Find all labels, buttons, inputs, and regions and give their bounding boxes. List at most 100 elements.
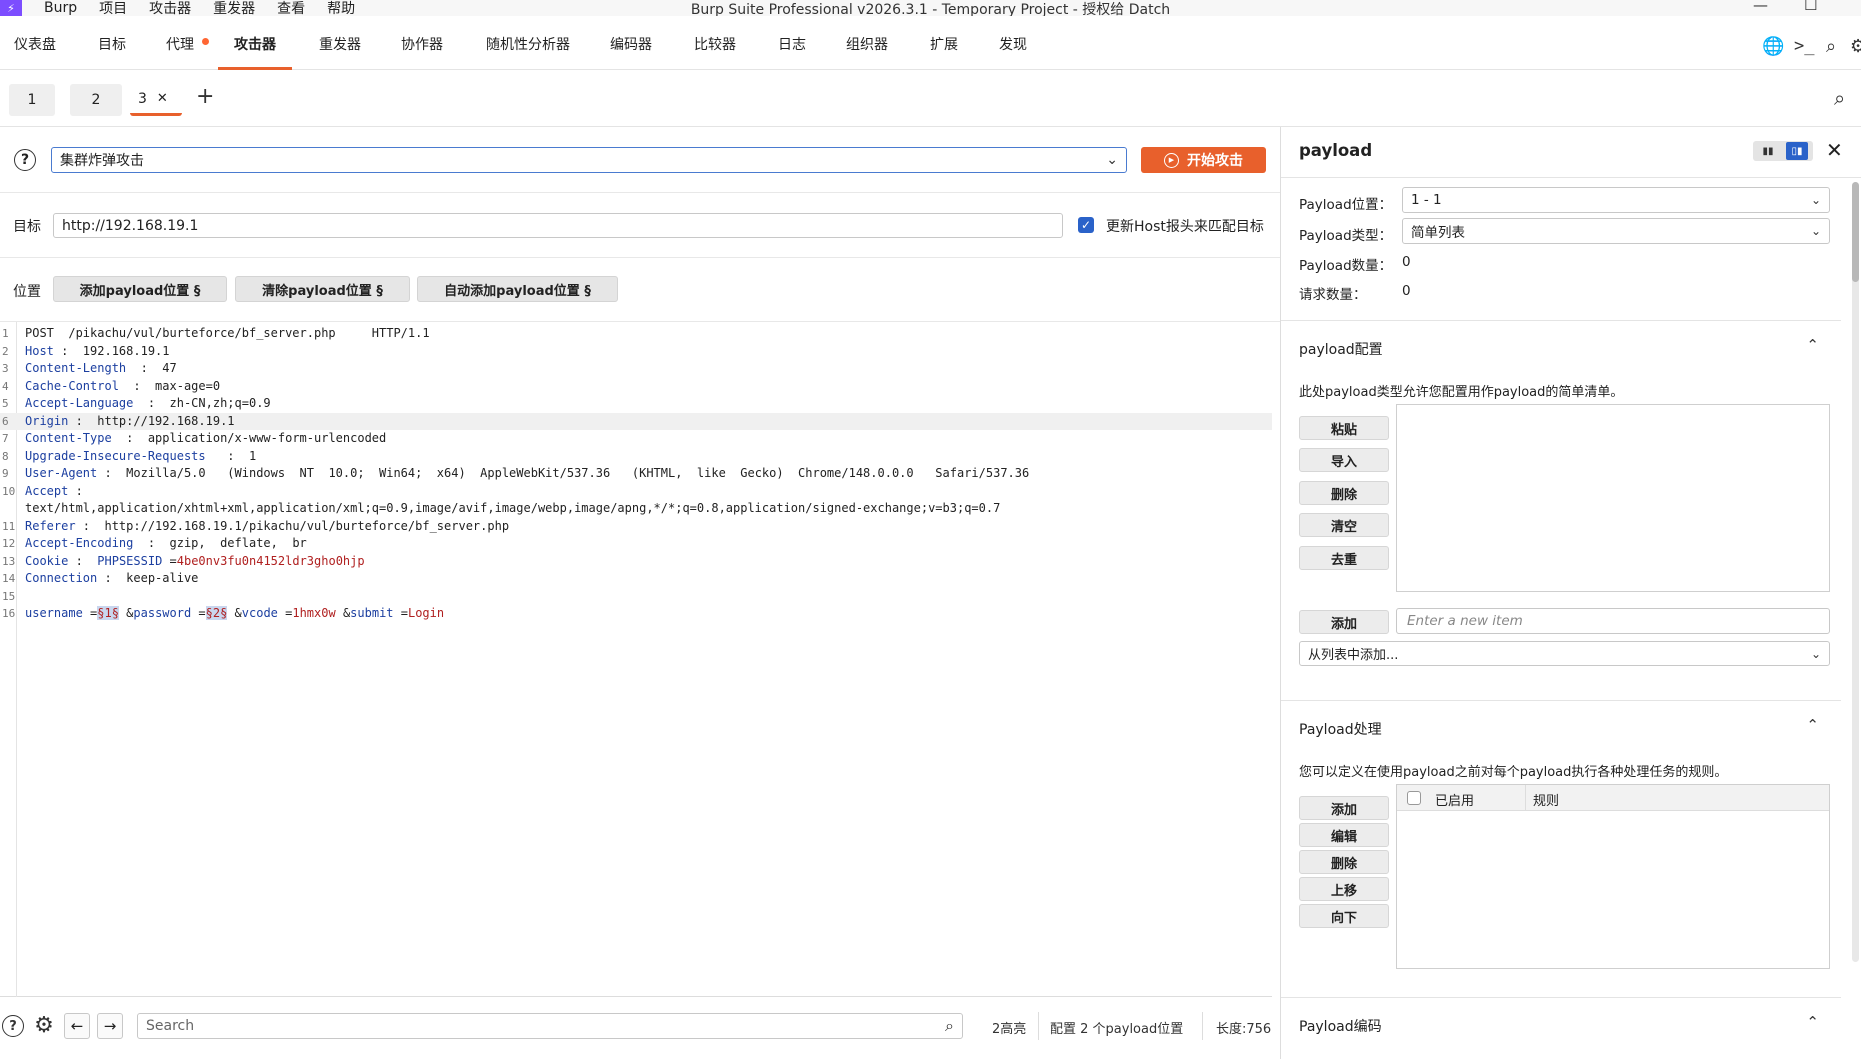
split-view-icon[interactable]: ▯▮: [1786, 142, 1808, 160]
request-line[interactable]: text/html,application/xhtml+xml,applicat…: [0, 500, 1272, 518]
request-line[interactable]: 14 Connection : keep-alive: [0, 570, 1272, 588]
line-number: 12: [2, 537, 16, 550]
start-attack-button[interactable]: ▶ 开始攻击: [1141, 147, 1266, 173]
request-editor[interactable]: 1 POST /pikachu/vul/burteforce/bf_server.…: [0, 322, 1272, 997]
sub-tab-1[interactable]: 1: [9, 84, 55, 116]
scrollbar-thumb[interactable]: [1852, 182, 1859, 282]
header-value: : 192.168.19.1: [53, 343, 170, 358]
processing-rules-table[interactable]: 已启用 规则: [1396, 784, 1830, 969]
search-input[interactable]: Search ⌕: [137, 1013, 963, 1039]
request-line[interactable]: 4 Cache-Control : max-age=0: [0, 378, 1272, 396]
target-url-input[interactable]: http://192.168.19.1: [53, 213, 1063, 238]
request-line[interactable]: 13 Cookie : PHPSESSID =4be0nv3fu0n4152ldr…: [0, 553, 1272, 571]
clear-button[interactable]: 清空: [1299, 513, 1389, 537]
request-line[interactable]: 7 Content-Type : application/x-www-form-u…: [0, 430, 1272, 448]
search-icon: ⌕: [945, 1016, 954, 1035]
gear-icon[interactable]: ⚙: [31, 1012, 57, 1038]
tab-extensions[interactable]: 扩展: [930, 34, 958, 70]
add-item-button[interactable]: 添加: [1299, 610, 1389, 634]
request-line[interactable]: 8 Upgrade-Insecure-Requests : 1: [0, 448, 1272, 466]
request-line[interactable]: 12 Accept-Encoding : gzip, deflate, br: [0, 535, 1272, 553]
close-icon[interactable]: ✕: [157, 91, 168, 106]
list-view-icon[interactable]: ▮▮: [1757, 142, 1779, 160]
header-value: POST /pikachu/vul/burteforce/bf_server.p…: [25, 326, 430, 340]
chevron-up-icon[interactable]: ⌃: [1806, 336, 1819, 354]
request-line[interactable]: 2 Host : 192.168.19.1: [0, 343, 1272, 361]
close-icon[interactable]: ✕: [1826, 138, 1843, 162]
attack-type-select[interactable]: 集群炸弹攻击 ⌄: [51, 147, 1127, 173]
tab-repeater[interactable]: 重发器: [319, 34, 361, 70]
new-item-input[interactable]: Enter a new item: [1396, 608, 1830, 634]
payload-list[interactable]: [1396, 404, 1830, 592]
request-line[interactable]: 3 Content-Length : 47: [0, 360, 1272, 378]
header-key: Upgrade-Insecure-Requests: [25, 448, 206, 463]
line-content: Cookie : PHPSESSID =4be0nv3fu0n4152ldr3g…: [25, 553, 365, 571]
terminal-icon[interactable]: >_: [1794, 36, 1814, 56]
add-payload-position-button[interactable]: 添加payload位置 §: [53, 276, 227, 302]
chevron-up-icon[interactable]: ⌃: [1806, 716, 1819, 734]
paste-button[interactable]: 粘贴: [1299, 416, 1389, 440]
import-button[interactable]: 导入: [1299, 448, 1389, 472]
maximize-icon[interactable]: ☐: [1804, 0, 1817, 14]
chevron-up-icon[interactable]: ⌃: [1806, 1013, 1819, 1031]
line-content: Accept :: [25, 483, 83, 501]
search-icon[interactable]: ⌕: [1834, 86, 1845, 110]
tab-organizer[interactable]: 组织器: [846, 34, 888, 70]
tab-logger[interactable]: 日志: [778, 34, 806, 70]
tab-dashboard[interactable]: 仪表盘: [14, 34, 56, 70]
help-icon[interactable]: ?: [14, 149, 36, 171]
tab-comparer[interactable]: 比较器: [694, 34, 736, 70]
add-rule-button[interactable]: 添加: [1299, 796, 1389, 820]
sub-tab-2[interactable]: 2: [70, 84, 122, 116]
request-line[interactable]: 5 Accept-Language : zh-CN,zh;q=0.9: [0, 395, 1272, 413]
payload-type-select[interactable]: 简单列表 ⌄: [1402, 218, 1830, 244]
add-from-list-select[interactable]: 从列表中添加... ⌄: [1299, 641, 1830, 666]
auto-payload-position-button[interactable]: 自动添加payload位置 §: [417, 276, 618, 302]
tab-sequencer[interactable]: 随机性分析器: [486, 34, 570, 70]
edit-rule-button[interactable]: 编辑: [1299, 823, 1389, 847]
payload-position-select[interactable]: 1 - 1 ⌄: [1402, 187, 1830, 213]
move-down-label: 向下: [1330, 910, 1357, 926]
request-line[interactable]: 1 POST /pikachu/vul/burteforce/bf_server.…: [0, 325, 1272, 343]
help-icon[interactable]: ?: [2, 1015, 24, 1037]
deduplicate-button[interactable]: 去重: [1299, 546, 1389, 570]
request-line[interactable]: 10 Accept :: [0, 483, 1272, 501]
remove-rule-button[interactable]: 删除: [1299, 850, 1389, 874]
add-tab-button[interactable]: +: [196, 84, 214, 109]
line-number: 8: [2, 449, 9, 463]
tab-proxy[interactable]: 代理: [166, 34, 194, 70]
tab-target[interactable]: 目标: [98, 34, 126, 70]
request-line[interactable]: 16 username =§1§ &password =§2§ &vcode =1…: [0, 605, 1272, 623]
request-line[interactable]: 15: [0, 588, 1272, 606]
settings-icon[interactable]: ⚙: [1850, 36, 1861, 57]
payload-marker[interactable]: §1§: [97, 606, 119, 620]
enabled-header-checkbox[interactable]: [1407, 791, 1421, 805]
globe-icon[interactable]: 🌐: [1762, 36, 1784, 57]
tab-discovery[interactable]: 发现: [999, 34, 1027, 70]
forward-button[interactable]: →: [97, 1013, 123, 1039]
main-tab-bar: 仪表盘 目标 代理 攻击器 重发器 协作器 随机性分析器 编码器 比较器 日志 …: [0, 16, 1861, 70]
add-from-list-label: 从列表中添加...: [1308, 648, 1399, 663]
clear-payload-position-button[interactable]: 清除payload位置 §: [235, 276, 410, 302]
payload-marker[interactable]: §2§: [205, 606, 228, 620]
request-line[interactable]: 6 Origin : http://192.168.19.1: [0, 412, 1272, 430]
move-up-button[interactable]: 上移: [1299, 877, 1389, 901]
sub-tab-3[interactable]: 3 ✕: [130, 84, 182, 116]
play-icon: ▶: [1164, 152, 1179, 168]
tab-decoder[interactable]: 编码器: [610, 34, 652, 70]
request-line[interactable]: 9 User-Agent : Mozilla/5.0 (Windows NT 10…: [0, 465, 1272, 483]
tab-intruder[interactable]: 攻击器: [218, 34, 292, 70]
request-line[interactable]: 11 Referer : http://192.168.19.1/pikachu/…: [0, 518, 1272, 536]
move-down-button[interactable]: 向下: [1299, 904, 1389, 928]
tab-collaborator[interactable]: 协作器: [401, 34, 443, 70]
scrollbar[interactable]: [1852, 182, 1859, 962]
remove-button[interactable]: 删除: [1299, 481, 1389, 505]
minimize-icon[interactable]: —: [1753, 0, 1768, 14]
line-content: Host : 192.168.19.1: [25, 343, 170, 361]
payload-processing-section: Payload处理 ⌃ 您可以定义在使用payload之前对每个payload执…: [1281, 700, 1841, 990]
back-button[interactable]: ←: [64, 1013, 90, 1039]
search-icon[interactable]: ⌕: [1826, 36, 1836, 57]
update-host-checkbox[interactable]: ✓: [1078, 217, 1094, 233]
payload-type-label: Payload类型：: [1299, 228, 1393, 244]
menu-burp[interactable]: Burp: [44, 0, 77, 16]
